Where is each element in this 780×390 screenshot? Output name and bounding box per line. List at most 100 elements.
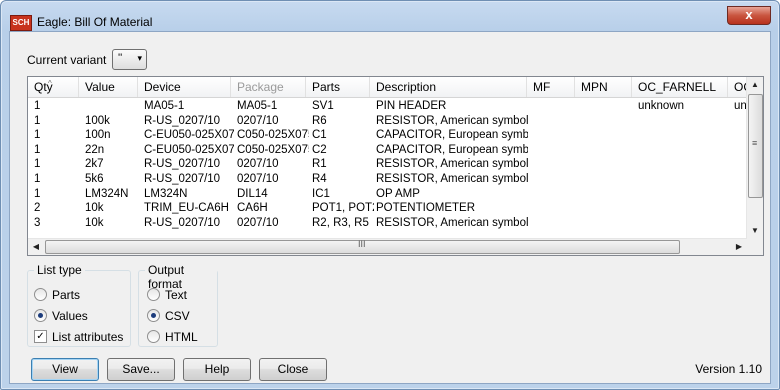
table-cell bbox=[581, 114, 634, 128]
list-type-title: List type bbox=[34, 263, 85, 277]
table-cell bbox=[581, 99, 634, 113]
table-row[interactable]: 1 LM324N LM324N DIL14 IC1 OP AMP bbox=[28, 187, 747, 201]
grip-icon: III bbox=[358, 239, 366, 249]
bom-table[interactable]: Qty ^ Value Device Package Parts Descript… bbox=[27, 76, 764, 256]
table-cell: 1 bbox=[34, 114, 41, 127]
sort-ascending-icon: ^ bbox=[48, 79, 52, 88]
table-cell bbox=[85, 99, 140, 113]
table-row[interactable]: 1 22n C-EU050-025X075 C050-025X075 C2 CAPACIT… bbox=[28, 143, 747, 157]
checkmark-icon: ✓ bbox=[34, 330, 47, 343]
table-cell: CAPACITOR, European symbol bbox=[376, 129, 528, 142]
table-cell bbox=[533, 157, 577, 171]
table-cell bbox=[533, 128, 577, 142]
table-cell: LM324N bbox=[85, 187, 129, 200]
column-header-oc-newark[interactable]: OC_ bbox=[728, 77, 747, 97]
table-cell bbox=[638, 216, 730, 230]
variant-select[interactable]: '' ▾ bbox=[112, 49, 147, 70]
table-cell: R-US_0207/10 bbox=[144, 158, 221, 171]
table-row[interactable]: 1 2k7 R-US_0207/10 0207/10 R1 RESISTOR, Ameri… bbox=[28, 157, 747, 171]
table-row[interactable]: 1 100k R-US_0207/10 0207/10 R6 RESISTOR, Amer… bbox=[28, 114, 747, 128]
scroll-right-icon[interactable]: ▶ bbox=[731, 239, 747, 255]
table-cell: 1 bbox=[34, 143, 41, 156]
table-cell: C-EU050-025X075 bbox=[144, 129, 234, 142]
table-cell bbox=[638, 201, 730, 215]
variant-value: '' bbox=[118, 52, 123, 64]
table-cell: RESISTOR, American symbol bbox=[376, 173, 528, 185]
close-window-button[interactable]: x bbox=[727, 6, 771, 25]
table-cell bbox=[533, 201, 577, 215]
table-cell bbox=[638, 114, 730, 128]
table-cell: C050-025X075 bbox=[237, 143, 309, 156]
table-cell: 2 bbox=[34, 202, 41, 215]
column-header-parts[interactable]: Parts bbox=[306, 77, 370, 97]
table-cell: 1 bbox=[34, 173, 41, 185]
column-header-mf[interactable]: MF bbox=[527, 77, 575, 97]
table-cell bbox=[581, 201, 634, 215]
table-cell bbox=[638, 172, 730, 186]
table-cell bbox=[533, 172, 577, 186]
table-cell: R1 bbox=[312, 158, 327, 171]
table-row[interactable]: 1MA05-1MA05-1SV1PIN HEADERunknownunk bbox=[28, 99, 747, 113]
table-cell: 0207/10 bbox=[237, 158, 279, 171]
table-cell bbox=[581, 172, 634, 186]
table-cell: C050-025X075 bbox=[237, 129, 309, 142]
table-row[interactable]: 1 100n C-EU050-025X075 C050-025X075 C1 CAPACI… bbox=[28, 128, 747, 142]
bom-window: SCH Eagle: Bill Of Material x Current va… bbox=[0, 0, 780, 390]
table-cell: POT1, POT2 bbox=[312, 202, 374, 215]
help-button[interactable]: Help bbox=[183, 358, 251, 381]
list-type-group: List type Parts Values ✓ List attributes bbox=[27, 263, 131, 347]
table-row[interactable]: 1 5k6 R-US_0207/10 0207/10 R4 RESISTOR, Ameri… bbox=[28, 172, 747, 186]
radio-icon bbox=[147, 288, 160, 301]
radio-selected-icon bbox=[147, 309, 160, 322]
scroll-left-icon[interactable]: ◀ bbox=[28, 239, 44, 255]
table-cell bbox=[638, 187, 730, 201]
scroll-up-icon[interactable]: ▲ bbox=[747, 77, 763, 93]
table-cell: CA6H bbox=[237, 202, 268, 215]
table-cell: R-US_0207/10 bbox=[144, 173, 221, 185]
table-cell: LM324N bbox=[144, 187, 188, 200]
window-title: Eagle: Bill Of Material bbox=[37, 15, 153, 29]
column-header-qty[interactable]: Qty ^ bbox=[28, 77, 79, 97]
table-row[interactable]: 2 10k TRIM_EU-CA6H CA6H POT1, POT2 POTENTIOME… bbox=[28, 201, 747, 215]
table-row[interactable]: 3 10k R-US_0207/10 0207/10 R2, R3, R5 RESISTO… bbox=[28, 216, 747, 230]
table-cell: R-US_0207/10 bbox=[144, 216, 221, 229]
table-cell: C-EU050-025X075 bbox=[144, 143, 234, 156]
column-header-value[interactable]: Value bbox=[79, 77, 138, 97]
view-button[interactable]: View bbox=[31, 358, 99, 381]
horizontal-scrollbar[interactable]: ◀ III ▶ bbox=[28, 238, 747, 255]
table-cell: SV1 bbox=[312, 100, 334, 112]
table-cell bbox=[638, 143, 730, 157]
table-cell: 22n bbox=[85, 143, 105, 156]
save-button[interactable]: Save... bbox=[107, 358, 175, 381]
close-button[interactable]: Close bbox=[259, 358, 327, 381]
table-cell: RESISTOR, American symbol bbox=[376, 158, 528, 171]
table-cell: MA05-1 bbox=[144, 100, 185, 112]
table-header: Qty ^ Value Device Package Parts Descript… bbox=[28, 77, 747, 98]
horizontal-scroll-thumb[interactable]: III bbox=[45, 239, 680, 254]
column-header-device[interactable]: Device bbox=[138, 77, 231, 97]
column-header-oc-farnell[interactable]: OC_FARNELL bbox=[632, 77, 728, 97]
table-cell: 1 bbox=[34, 187, 41, 200]
table-cell: OP AMP bbox=[376, 187, 420, 200]
table-cell: R-US_0207/10 bbox=[144, 114, 221, 127]
table-cell: 0207/10 bbox=[237, 114, 279, 127]
table-cell: C2 bbox=[312, 143, 327, 156]
table-cell: R6 bbox=[312, 114, 327, 127]
column-header-package[interactable]: Package bbox=[231, 77, 306, 97]
table-cell: C1 bbox=[312, 129, 327, 142]
table-cell: MA05-1 bbox=[237, 100, 278, 112]
table-cell: RESISTOR, American symbol bbox=[376, 114, 528, 127]
table-cell: RESISTOR, American symbol bbox=[376, 216, 528, 229]
eagle-schematic-icon: SCH bbox=[10, 15, 32, 31]
output-format-group: Output format Text CSV HTML bbox=[138, 263, 218, 347]
table-cell bbox=[638, 157, 730, 171]
vertical-scroll-thumb[interactable]: ≡ bbox=[748, 94, 763, 198]
grip-icon: ≡ bbox=[752, 138, 758, 148]
scroll-down-icon[interactable]: ▼ bbox=[747, 223, 763, 239]
table-cell: POTENTIOMETER bbox=[376, 202, 476, 215]
table-cell: 1 bbox=[34, 158, 41, 171]
vertical-scrollbar[interactable]: ▲ ≡ ▼ bbox=[746, 77, 763, 239]
column-header-description[interactable]: Description bbox=[370, 77, 527, 97]
column-header-mpn[interactable]: MPN bbox=[575, 77, 632, 97]
table-cell bbox=[533, 99, 577, 113]
